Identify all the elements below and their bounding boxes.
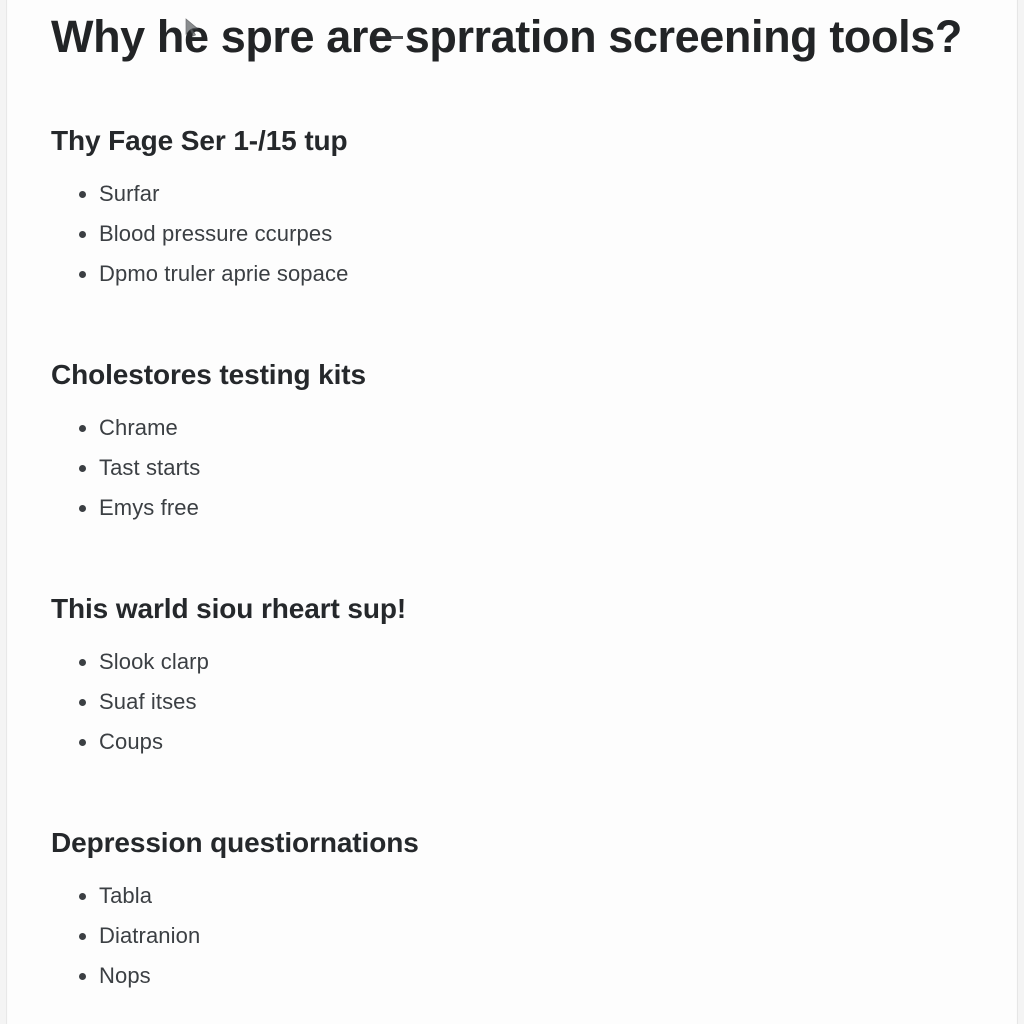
document-page: Why he spre are sprration screening tool… <box>6 0 1018 1024</box>
list-item-label: Blood pressure ccurpes <box>99 221 333 246</box>
section-1: Thy Fage Ser 1-/15 tup Surfar Blood pres… <box>51 122 993 294</box>
list-item: Blood pressure ccurpes <box>51 214 993 254</box>
list-item: Suaf itses <box>51 682 993 722</box>
section-3-list: Slook clarp Suaf itses Coups <box>51 642 993 762</box>
section-3: This warld siou rheart sup! Slook clarp … <box>51 18 993 762</box>
bullet-icon <box>79 973 86 980</box>
list-item-label: Tast starts <box>99 455 201 480</box>
bullet-icon <box>79 699 86 706</box>
list-item: Coups <box>51 722 993 762</box>
section-2-heading: Cholestores testing kits <box>51 359 367 390</box>
list-item-label: Dpmo truler aprie sopace <box>99 261 349 286</box>
bullet-icon <box>79 465 86 472</box>
bullet-icon <box>79 505 86 512</box>
list-item: Surfar <box>51 174 993 214</box>
bullet-icon <box>79 191 86 198</box>
section-3-heading: This warld siou rheart sup! <box>51 593 407 624</box>
list-item-label: Emys free <box>99 495 199 520</box>
section-1-list: Surfar Blood pressure ccurpes Dpmo trule… <box>51 174 993 294</box>
list-item-label: Coups <box>99 729 164 754</box>
section-1-heading: Thy Fage Ser 1-/15 tup <box>51 125 348 156</box>
bullet-icon <box>79 739 86 746</box>
bullet-icon <box>79 231 86 238</box>
list-item-label: Slook clarp <box>99 649 209 674</box>
list-item: Emys free <box>51 488 993 528</box>
list-item: Diatranion <box>51 916 993 956</box>
list-item-label: Chrame <box>99 415 178 440</box>
section-4-heading: Depression questiornations <box>51 827 419 858</box>
list-item: Nops <box>51 956 993 996</box>
list-item: Tast starts <box>51 448 993 488</box>
bullet-icon <box>79 425 86 432</box>
list-item-label: Surfar <box>99 181 160 206</box>
list-item: Slook clarp <box>51 642 993 682</box>
bullet-icon <box>79 893 86 900</box>
list-item-label: Nops <box>99 963 151 988</box>
list-item-label: Suaf itses <box>99 689 197 714</box>
bullet-icon <box>79 933 86 940</box>
document-content: Why he spre are sprration screening tool… <box>51 0 993 996</box>
list-item: Dpmo truler aprie sopace <box>51 254 993 294</box>
section-2-list: Chrame Tast starts Emys free <box>51 408 993 528</box>
page-title: Why he spre are sprration screening tool… <box>51 11 962 62</box>
section-4: Depression questiornations Tabla Diatran… <box>51 824 993 996</box>
section-4-list: Tabla Diatranion Nops <box>51 876 993 996</box>
bullet-icon <box>79 659 86 666</box>
list-item-label: Tabla <box>99 883 153 908</box>
list-item: Tabla <box>51 876 993 916</box>
list-item-label: Diatranion <box>99 923 201 948</box>
bullet-icon <box>79 271 86 278</box>
list-item: Chrame <box>51 408 993 448</box>
section-2: Cholestores testing kits Chrame Tast sta… <box>51 356 993 528</box>
